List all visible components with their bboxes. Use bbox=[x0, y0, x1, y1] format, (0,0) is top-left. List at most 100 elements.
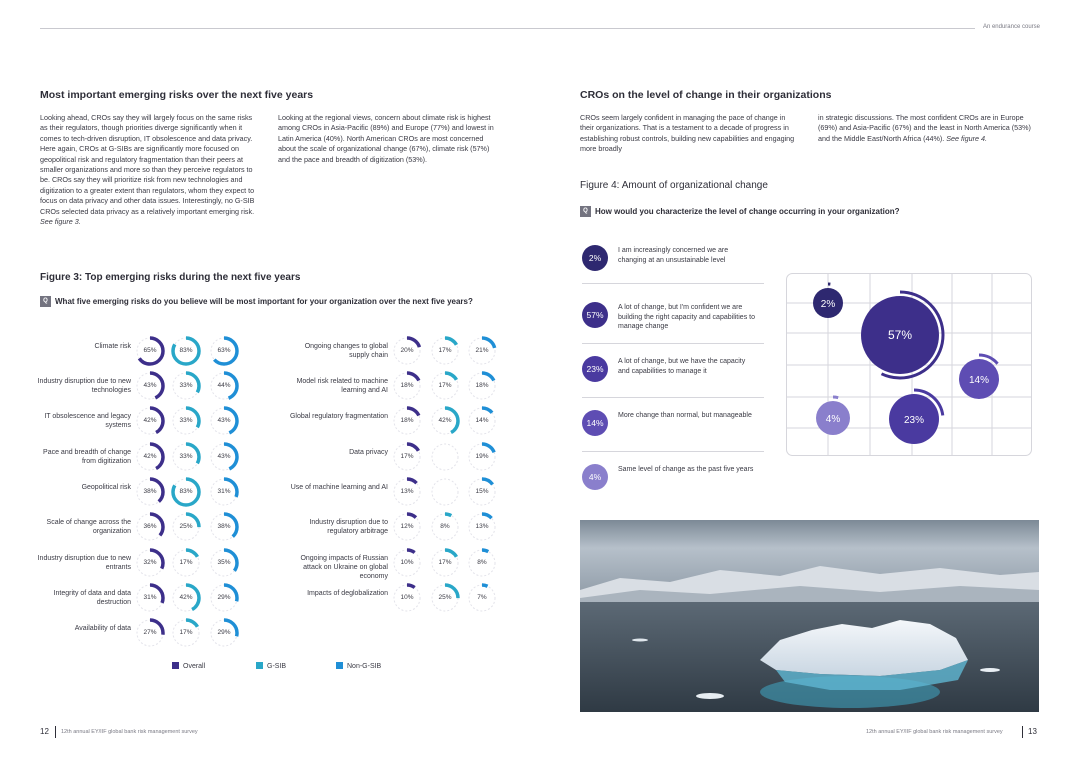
risk-label: Industry disruption due to regulatory ar… bbox=[309, 519, 388, 535]
risk-donut-value: 17% bbox=[400, 453, 414, 460]
change-bubble: 2% bbox=[807, 282, 849, 324]
risk-label: Pace and breadth of change from digitiza… bbox=[43, 449, 131, 465]
risk-donut-value: 17% bbox=[438, 382, 452, 389]
left-footer-text: 12th annual EY/IIF global bank risk mana… bbox=[61, 729, 198, 735]
change-bubble: 14% bbox=[953, 353, 1005, 405]
risk-donut: 42% bbox=[170, 582, 202, 614]
risk-donut: 42% bbox=[134, 405, 166, 437]
risk-donut-value: 31% bbox=[143, 594, 157, 601]
risk-donut-value: 32% bbox=[143, 559, 157, 566]
risk-donut: 8% bbox=[466, 547, 498, 579]
risk-label: Impacts of deglobalization bbox=[307, 590, 388, 597]
figure-4-question: Q How would you characterize the level of… bbox=[580, 206, 1030, 217]
risk-donut-value: 20% bbox=[400, 347, 414, 354]
risk-donut: 18% bbox=[466, 370, 498, 402]
change-percent: 4% bbox=[582, 464, 608, 490]
risk-donut: 29% bbox=[208, 617, 240, 649]
risk-donut: 18% bbox=[391, 370, 423, 402]
risk-donut: 14% bbox=[466, 405, 498, 437]
legend-gsib: G-SIB bbox=[256, 662, 286, 670]
right-paragraph-2: in strategic discussions. The most confi… bbox=[818, 113, 1031, 143]
change-bubble-label: 2% bbox=[821, 299, 836, 310]
risk-donut-value: 33% bbox=[179, 382, 193, 389]
risk-donut: 19% bbox=[466, 441, 498, 473]
risk-donut: 17% bbox=[170, 617, 202, 649]
question-badge: Q bbox=[580, 206, 591, 217]
risk-donut: 17% bbox=[429, 370, 461, 402]
change-bubble: 4% bbox=[810, 395, 856, 441]
change-bubble-label: 4% bbox=[826, 414, 841, 425]
risk-donut-value: 38% bbox=[143, 488, 157, 495]
risk-donut: 10% bbox=[391, 582, 423, 614]
risk-donut: 33% bbox=[170, 405, 202, 437]
risk-label: Use of machine learning and AI bbox=[290, 484, 388, 491]
risk-donut-value: 43% bbox=[143, 382, 157, 389]
risk-donut-value: 29% bbox=[217, 594, 231, 601]
risk-donut-value: 42% bbox=[143, 417, 157, 424]
risk-donut-value: 42% bbox=[179, 594, 193, 601]
risk-donut: 21% bbox=[466, 335, 498, 367]
risk-label: Scale of change across the organization bbox=[46, 519, 131, 535]
risk-donut: 15% bbox=[466, 476, 498, 508]
risk-donut: 29% bbox=[208, 582, 240, 614]
left-paragraph-1: Looking ahead, CROs say they will largel… bbox=[40, 113, 255, 227]
risk-donut: 42% bbox=[429, 405, 461, 437]
risk-donut: 13% bbox=[466, 511, 498, 543]
risk-donut-value bbox=[429, 441, 461, 473]
risk-donut: 17% bbox=[170, 547, 202, 579]
risk-donut-value: 29% bbox=[217, 629, 231, 636]
risk-donut: 33% bbox=[170, 441, 202, 473]
risk-label: Model risk related to machine learning a… bbox=[296, 378, 388, 394]
change-bubble-label: 57% bbox=[888, 328, 912, 342]
risk-donut: 63% bbox=[208, 335, 240, 367]
risk-donut-value: 83% bbox=[179, 347, 193, 354]
risk-donut: 83% bbox=[170, 335, 202, 367]
left-page-number: 12 bbox=[40, 727, 49, 736]
risk-donut-value: 36% bbox=[143, 523, 157, 530]
change-bubble-label: 14% bbox=[969, 375, 989, 386]
risk-donut: 38% bbox=[208, 511, 240, 543]
legend-non-gsib: Non-G-SIB bbox=[336, 662, 381, 670]
risk-donut bbox=[429, 441, 461, 473]
right-section-title: CROs on the level of change in their org… bbox=[580, 89, 832, 101]
risk-donut: 65% bbox=[134, 335, 166, 367]
change-percent: 14% bbox=[582, 410, 608, 436]
risk-label: Climate risk bbox=[94, 343, 131, 350]
risk-donut: 17% bbox=[429, 335, 461, 367]
risk-donut-value: 42% bbox=[143, 453, 157, 460]
risk-donut-value: 14% bbox=[475, 417, 489, 424]
change-label: Same level of change as the past five ye… bbox=[618, 466, 754, 473]
risk-donut-value: 65% bbox=[143, 347, 157, 354]
risk-donut-value: 35% bbox=[217, 559, 231, 566]
right-footer-divider bbox=[1022, 726, 1023, 738]
risk-label: IT obsolescence and legacy systems bbox=[44, 413, 131, 429]
risk-label: Industry disruption due to new entrants bbox=[37, 555, 131, 571]
risk-label: Ongoing impacts of Russian attack on Ukr… bbox=[300, 555, 388, 580]
header-rule bbox=[40, 28, 975, 29]
risk-donut: 12% bbox=[391, 511, 423, 543]
change-bubble: 23% bbox=[883, 388, 945, 450]
risk-donut: 43% bbox=[208, 441, 240, 473]
risk-donut-value: 31% bbox=[217, 488, 231, 495]
left-footer-divider bbox=[55, 726, 56, 738]
risk-donut: 35% bbox=[208, 547, 240, 579]
risk-donut-value: 17% bbox=[438, 559, 452, 566]
risk-donut-value: 33% bbox=[179, 417, 193, 424]
risk-donut-value: 17% bbox=[179, 629, 193, 636]
risk-donut-value: 42% bbox=[438, 417, 452, 424]
risk-donut-value: 19% bbox=[475, 453, 489, 460]
risk-donut: 20% bbox=[391, 335, 423, 367]
risk-donut: 44% bbox=[208, 370, 240, 402]
risk-donut-value: 25% bbox=[179, 523, 193, 530]
risk-donut-value: 27% bbox=[143, 629, 157, 636]
risk-label: Integrity of data and data destruction bbox=[53, 590, 131, 606]
figure-3-question: Q What five emerging risks do you believe… bbox=[40, 296, 480, 307]
risk-donut: 83% bbox=[170, 476, 202, 508]
risk-donut-value: 63% bbox=[217, 347, 231, 354]
risk-donut: 17% bbox=[429, 547, 461, 579]
change-label: A lot of change, but I'm confident we ar… bbox=[618, 304, 755, 330]
change-label: More change than normal, but manageable bbox=[618, 412, 752, 419]
risk-label: Geopolitical risk bbox=[81, 484, 131, 491]
risk-donut-value: 17% bbox=[179, 559, 193, 566]
legend-overall: Overall bbox=[172, 662, 205, 670]
